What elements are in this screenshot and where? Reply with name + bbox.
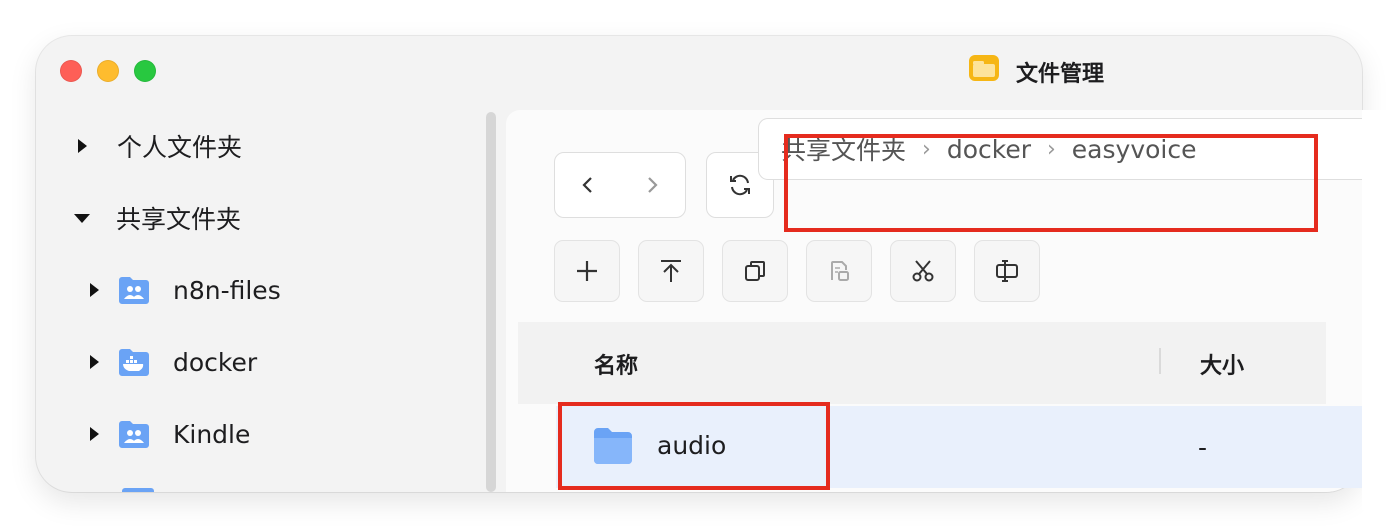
- refresh-icon: [730, 174, 750, 196]
- docker-folder-icon: [119, 349, 149, 376]
- minimize-window-button[interactable]: [97, 60, 119, 82]
- sidebar-item-kindle[interactable]: Kindle: [90, 418, 250, 450]
- expand-arrow-icon[interactable]: [90, 355, 99, 369]
- forward-icon[interactable]: [642, 175, 662, 195]
- close-window-button[interactable]: [60, 60, 82, 82]
- sidebar-item-shared-folders[interactable]: 共享文件夹: [74, 200, 241, 236]
- add-button[interactable]: [554, 240, 620, 302]
- sidebar-item-personal-folders[interactable]: 个人文件夹: [78, 128, 242, 164]
- column-header-size[interactable]: 大小: [1200, 348, 1244, 380]
- folder-highlight-box: [558, 402, 830, 490]
- window-title: 文件管理: [1016, 62, 1105, 87]
- column-header-name[interactable]: 名称: [594, 348, 638, 380]
- expand-arrow-icon[interactable]: [90, 427, 99, 441]
- sidebar-item-label: Kindle: [173, 419, 251, 449]
- collapse-arrow-icon[interactable]: [74, 213, 90, 223]
- upload-button[interactable]: [638, 240, 704, 302]
- column-divider[interactable]: [1159, 348, 1161, 374]
- nav-button-group: [554, 152, 686, 218]
- rename-button[interactable]: [974, 240, 1040, 302]
- file-size: -: [1198, 433, 1208, 462]
- shared-folder-icon: [119, 277, 149, 304]
- zoom-window-button[interactable]: [134, 60, 156, 82]
- sidebar-item-label: docker: [173, 347, 258, 377]
- shared-folder-icon: [119, 421, 149, 448]
- partial-folder-icon: [122, 488, 154, 492]
- back-icon[interactable]: [578, 175, 598, 195]
- window-edge-mask: [1362, 110, 1398, 510]
- sidebar-scrollbar[interactable]: [486, 112, 496, 492]
- copy-button[interactable]: [722, 240, 788, 302]
- sidebar-item-docker[interactable]: docker: [90, 346, 257, 378]
- add-icon: [577, 261, 597, 281]
- sidebar-item-label: 共享文件夹: [116, 205, 242, 234]
- copy-icon: [745, 261, 765, 281]
- cut-button[interactable]: [890, 240, 956, 302]
- rename-icon: [996, 260, 1018, 282]
- file-manager-app-icon: [969, 55, 999, 81]
- sidebar-item-label: n8n-files: [173, 275, 281, 305]
- breadcrumb-highlight-box: [784, 134, 1318, 232]
- expand-arrow-icon[interactable]: [90, 283, 99, 297]
- paste-button[interactable]: [806, 240, 872, 302]
- expand-arrow-icon[interactable]: [78, 139, 87, 153]
- sidebar-item-n8n-files[interactable]: n8n-files: [90, 274, 281, 306]
- upload-icon: [661, 260, 681, 282]
- cut-icon: [912, 260, 934, 282]
- sidebar-item-label: 个人文件夹: [117, 133, 243, 162]
- paste-icon: [831, 261, 849, 281]
